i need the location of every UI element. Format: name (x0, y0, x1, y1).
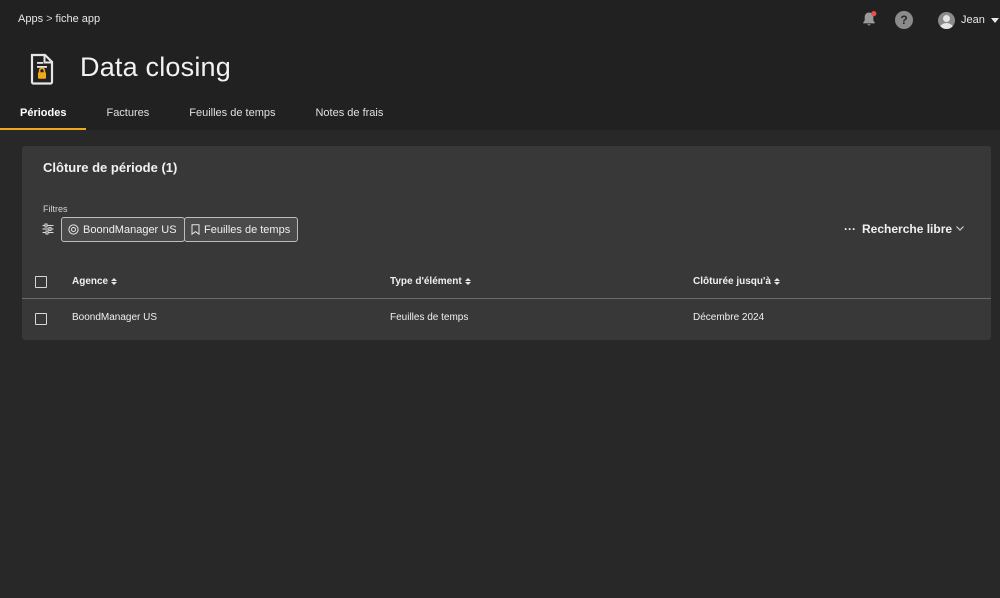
breadcrumb-current: fiche app (55, 13, 101, 25)
free-search-label: Recherche libre (862, 222, 953, 236)
sort-icon (464, 278, 471, 285)
user-name: Jean (961, 14, 985, 26)
column-header-type[interactable]: Type d'élément (390, 276, 471, 287)
help-icon[interactable]: ? (895, 11, 913, 29)
period-closing-card: Clôture de période (1) Filtres BoondMana… (22, 146, 991, 340)
cell-agence: BoondManager US (72, 312, 158, 323)
filter-chip-agency[interactable]: BoondManager US (61, 217, 185, 242)
cell-type: Feuilles de temps (390, 312, 469, 323)
row-checkbox[interactable] (35, 313, 47, 325)
breadcrumb-apps-link[interactable]: Apps (18, 13, 43, 25)
filter-chip-label: BoondManager US (83, 223, 177, 236)
tab-feuilles-de-temps[interactable]: Feuilles de temps (169, 100, 295, 130)
closing-table: Agence Type d'élément Clôturée jusqu'à B… (22, 267, 991, 339)
caret-down-icon (990, 17, 999, 23)
sort-icon (111, 278, 118, 285)
table-header-row: Agence Type d'élément Clôturée jusqu'à (22, 267, 991, 299)
column-header-cloturee[interactable]: Clôturée jusqu'à (693, 276, 780, 287)
filter-chip-label: Feuilles de temps (204, 223, 291, 236)
target-icon (68, 224, 79, 235)
tabs: Périodes Factures Feuilles de temps Note… (0, 100, 403, 130)
more-dots-icon: ··· (844, 222, 856, 236)
top-bar: Apps > fiche app ? Jean Data closing Pér… (0, 0, 1000, 130)
sort-icon (773, 278, 780, 285)
page-title: Data closing (80, 52, 231, 82)
tab-periodes[interactable]: Périodes (0, 100, 87, 130)
tab-notes-de-frais[interactable]: Notes de frais (295, 100, 403, 130)
notification-bell-icon[interactable] (860, 10, 878, 28)
filter-settings-icon[interactable] (42, 223, 54, 235)
avatar (938, 11, 955, 29)
filter-chip-type[interactable]: Feuilles de temps (184, 217, 299, 242)
tab-factures[interactable]: Factures (86, 100, 169, 130)
filters-label: Filtres (43, 204, 68, 214)
bookmark-icon (191, 224, 200, 235)
locked-document-icon (30, 53, 54, 85)
column-header-agence[interactable]: Agence (72, 276, 118, 287)
user-menu[interactable]: Jean (938, 10, 999, 30)
card-title: Clôture de période (1) (43, 160, 178, 175)
breadcrumb-separator: > (46, 13, 53, 25)
select-all-checkbox[interactable] (35, 276, 47, 288)
chevron-down-icon[interactable] (955, 223, 965, 233)
free-search-toggle[interactable]: ··· Recherche libre (844, 219, 952, 239)
breadcrumb: Apps > fiche app (18, 13, 100, 25)
table-row[interactable]: BoondManager US Feuilles de temps Décemb… (22, 299, 991, 339)
cell-cloturee: Décembre 2024 (693, 312, 765, 323)
